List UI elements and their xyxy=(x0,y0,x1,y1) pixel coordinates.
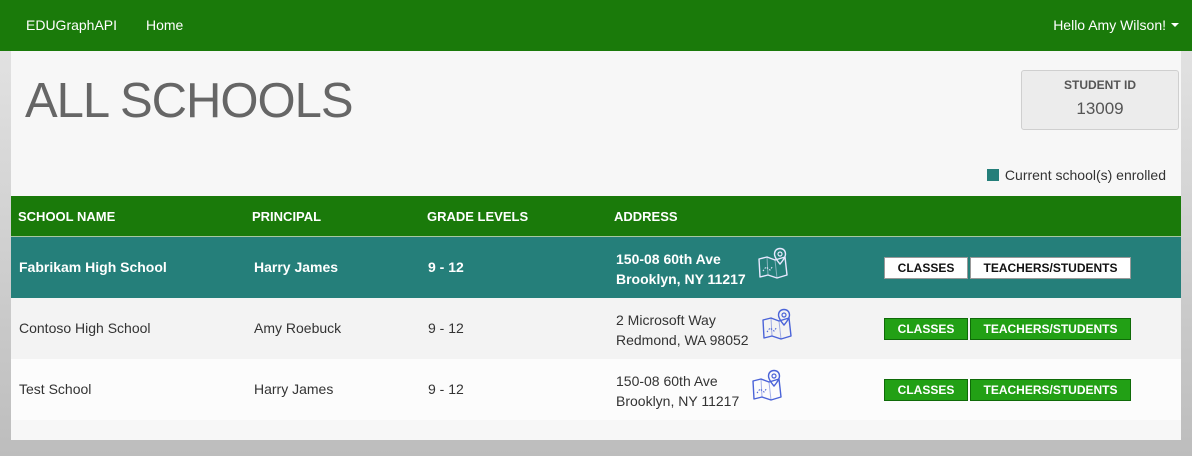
grade-levels: 9 - 12 xyxy=(428,320,464,336)
legend: Current school(s) enrolled xyxy=(986,167,1166,183)
teachers-students-button[interactable]: TEACHERS/STUDENTS xyxy=(970,257,1131,279)
student-id-label: STUDENT ID xyxy=(1064,78,1136,92)
table-header: SCHOOL NAME PRINCIPAL GRADE LEVELS ADDRE… xyxy=(11,196,1181,237)
teachers-students-button[interactable]: TEACHERS/STUDENTS xyxy=(970,379,1131,401)
school-address: 150-08 60th Ave Brooklyn, NY 11217 xyxy=(616,371,739,411)
brand-link[interactable]: EDUGraphAPI xyxy=(26,17,117,33)
address-line-1: 2 Microsoft Way xyxy=(616,312,716,328)
page-title: ALL SCHOOLS xyxy=(25,74,354,128)
table-row: Fabrikam High School Harry James 9 - 12 … xyxy=(11,237,1181,298)
address-line-2: Redmond, WA 98052 xyxy=(616,332,749,348)
grade-levels: 9 - 12 xyxy=(428,381,464,397)
map-pin-icon[interactable] xyxy=(761,308,793,340)
legend-swatch xyxy=(986,169,999,181)
top-navbar: EDUGraphAPI Home Hello Amy Wilson! xyxy=(0,0,1192,51)
principal-name: Harry James xyxy=(254,259,339,275)
principal-name: Amy Roebuck xyxy=(254,320,342,336)
header-address: ADDRESS xyxy=(614,209,678,224)
classes-button[interactable]: CLASSES xyxy=(884,318,968,340)
classes-button[interactable]: CLASSES xyxy=(884,379,968,401)
school-address: 150-08 60th Ave Brooklyn, NY 11217 xyxy=(616,249,746,289)
school-address: 2 Microsoft Way Redmond, WA 98052 xyxy=(616,310,749,350)
map-pin-icon[interactable] xyxy=(757,247,789,279)
table-row: Test School Harry James 9 - 12 150-08 60… xyxy=(11,359,1181,420)
school-name: Contoso High School xyxy=(19,320,151,336)
address-line-2: Brooklyn, NY 11217 xyxy=(616,393,740,409)
address-line-1: 150-08 60th Ave xyxy=(616,373,718,389)
classes-button[interactable]: CLASSES xyxy=(884,257,968,279)
school-name: Fabrikam High School xyxy=(19,259,167,275)
grade-levels: 9 - 12 xyxy=(428,259,464,275)
student-id-value: 13009 xyxy=(1076,99,1124,118)
address-line-2: Brooklyn, NY 11217 xyxy=(616,271,746,287)
main-panel: ALL SCHOOLS STUDENT ID 13009 Current sch… xyxy=(11,51,1181,440)
student-id-box: STUDENT ID 13009 xyxy=(1021,70,1179,130)
map-pin-icon[interactable] xyxy=(751,369,783,401)
header-school-name: SCHOOL NAME xyxy=(18,209,116,224)
address-line-1: 150-08 60th Ave xyxy=(616,251,721,267)
user-greeting[interactable]: Hello Amy Wilson! xyxy=(1053,17,1166,33)
table-row: Contoso High School Amy Roebuck 9 - 12 2… xyxy=(11,298,1181,359)
header-grade-levels: GRADE LEVELS xyxy=(427,209,529,224)
caret-down-icon[interactable] xyxy=(1171,23,1179,27)
school-name: Test School xyxy=(19,381,92,397)
teachers-students-button[interactable]: TEACHERS/STUDENTS xyxy=(970,318,1131,340)
principal-name: Harry James xyxy=(254,381,334,397)
legend-text: Current school(s) enrolled xyxy=(1004,167,1166,183)
user-menu[interactable]: Hello Amy Wilson! xyxy=(1053,17,1179,33)
nav-home-link[interactable]: Home xyxy=(146,17,183,33)
header-principal: PRINCIPAL xyxy=(252,209,322,224)
